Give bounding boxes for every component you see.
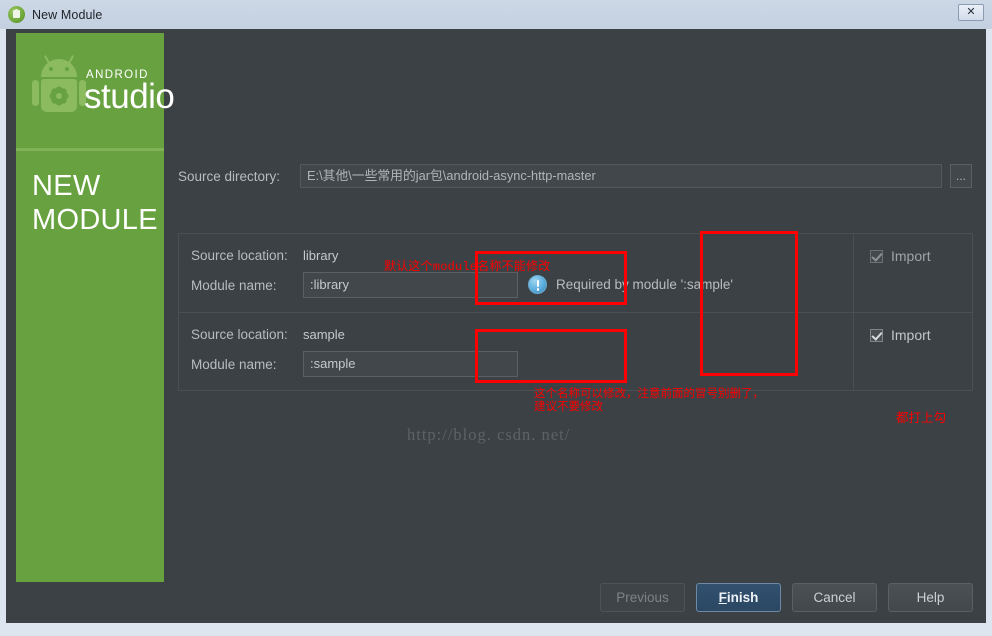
help-button[interactable]: Help: [888, 583, 973, 612]
module-name-line: Module name: :library: [191, 272, 518, 298]
module-name-label: Module name:: [191, 277, 277, 293]
cancel-button[interactable]: Cancel: [792, 583, 877, 612]
android-studio-icon: [8, 6, 25, 23]
import-cell: Import: [853, 234, 972, 312]
new-module-dialog: New Module ✕ ANDROID studio NEW MODULE S…: [0, 0, 992, 636]
button-bar: Previous Finish Cancel Help: [178, 583, 973, 612]
module-name-label: Module name:: [191, 356, 277, 372]
close-icon[interactable]: ✕: [958, 4, 984, 21]
table-row: Source location: sample Module name: :sa…: [179, 312, 972, 445]
panel-divider: [16, 148, 164, 151]
import-checkbox-library-group[interactable]: Import: [870, 248, 931, 264]
annotation-sample-note-line1: 这个名称可以修改，注意前面的冒号别删了，: [534, 388, 764, 400]
logo-zone: ANDROID studio: [16, 33, 175, 143]
import-cell: Import: [853, 313, 972, 390]
module-warning-text: Required by module ':sample': [556, 277, 733, 292]
import-checkbox-library[interactable]: [870, 249, 883, 263]
source-directory-input[interactable]: E:\其他\一些常用的jar包\android-async-http-maste…: [300, 164, 942, 188]
title-bar: New Module ✕: [0, 0, 992, 29]
browse-button[interactable]: ...: [950, 164, 972, 188]
android-robot-icon: [32, 55, 86, 117]
module-name-input-library[interactable]: :library: [303, 272, 518, 298]
watermark-text: http://blog. csdn. net/: [407, 425, 571, 444]
dialog-body: ANDROID studio NEW MODULE Source director…: [6, 29, 986, 623]
previous-button[interactable]: Previous: [600, 583, 685, 612]
source-location-label: Source location:: [191, 326, 288, 342]
modules-table: Source location: library Module name: :l…: [178, 233, 973, 445]
source-directory-row: Source directory: E:\其他\一些常用的jar包\androi…: [178, 163, 972, 189]
import-checkbox-sample[interactable]: [870, 328, 883, 342]
module-fields: Source location: sample Module name: :sa…: [179, 313, 853, 445]
source-location-label: Source location:: [191, 247, 288, 263]
source-directory-label: Source directory:: [178, 168, 281, 184]
table-row: Source location: library Module name: :l…: [179, 234, 972, 312]
source-location-line: Source location: sample: [191, 323, 345, 345]
branding-panel: ANDROID studio NEW MODULE: [16, 33, 175, 582]
window-title: New Module: [32, 7, 103, 22]
info-icon: [528, 275, 547, 294]
module-name-line: Module name: :sample: [191, 351, 518, 377]
module-name-input-sample[interactable]: :sample: [303, 351, 518, 377]
finish-rest: inish: [726, 590, 759, 605]
import-label-sample: Import: [891, 327, 931, 343]
finish-button[interactable]: Finish: [696, 583, 781, 612]
source-location-value: library: [303, 247, 339, 263]
panel-title: NEW MODULE: [32, 169, 158, 237]
brand-studio-text: studio: [84, 77, 175, 116]
content-area: Source directory: E:\其他\一些常用的jar包\androi…: [178, 29, 986, 623]
source-location-value: sample: [303, 326, 345, 342]
annotation-library-note: 默认这个module名称不能修改: [384, 260, 551, 274]
finish-accel: F: [718, 590, 727, 605]
source-location-line: Source location: library: [191, 244, 338, 266]
import-checkbox-sample-group[interactable]: Import: [870, 327, 931, 343]
annotation-sample-note: 这个名称可以修改，注意前面的冒号别删了， 建议不要修改: [534, 388, 764, 414]
annotation-import-note: 都打上勾: [896, 411, 947, 425]
panel-title-line2: MODULE: [32, 204, 158, 236]
panel-title-line1: NEW: [32, 170, 101, 202]
module-warning: Required by module ':sample': [528, 275, 733, 294]
import-label-library: Import: [891, 248, 931, 264]
annotation-sample-note-line2: 建议不要修改: [534, 401, 603, 413]
